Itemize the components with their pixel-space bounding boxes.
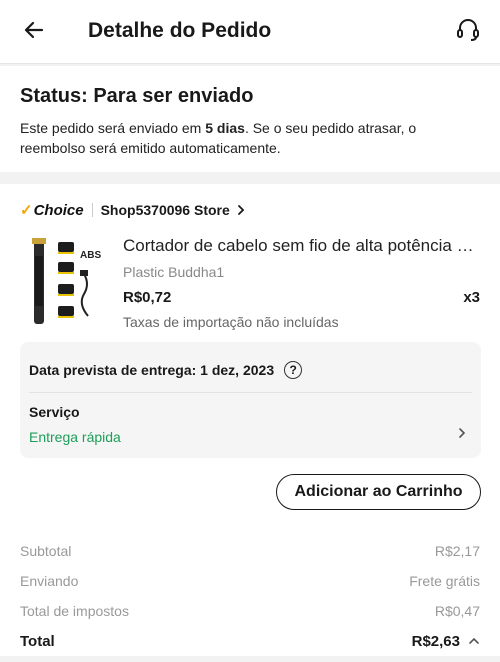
total-value: R$2,63	[411, 632, 460, 650]
product-image[interactable]: ABS	[20, 234, 110, 330]
tax-note: Taxas de importação não incluídas	[123, 314, 339, 330]
status-description: Este pedido será enviado em 5 dias. Se o…	[20, 120, 417, 156]
service-label: Serviço	[29, 404, 80, 420]
summary-label: Enviando	[20, 573, 79, 589]
delivery-info: Data prevista de entrega: 1 dez, 2023 ? …	[20, 342, 481, 458]
chevron-right-icon[interactable]	[457, 426, 467, 445]
choice-badge: ✓ Choice	[20, 201, 84, 220]
summary-label: Subtotal	[20, 543, 72, 559]
add-to-cart-button[interactable]: Adicionar ao Carrinho	[276, 474, 481, 510]
chevron-up-icon[interactable]	[468, 636, 480, 646]
top-bar: Detalhe do Pedido	[0, 0, 500, 64]
summary-value: R$0,47	[434, 603, 480, 619]
chevron-right-icon	[236, 204, 246, 216]
page-title: Detalhe do Pedido	[88, 19, 272, 42]
svg-text:ABS: ABS	[80, 250, 101, 261]
support-button[interactable]	[452, 14, 484, 46]
order-card: ✓ Choice Shop5370096 Store ABS Cortador d…	[0, 184, 500, 656]
back-button[interactable]	[18, 14, 50, 46]
check-icon: ✓	[20, 202, 33, 219]
store-name: Shop5370096 Store	[100, 202, 230, 218]
summary-row: Subtotal R$2,17	[20, 536, 480, 566]
summary-value: Frete grátis	[409, 573, 480, 589]
status-title: Status: Para ser enviado	[20, 85, 254, 107]
store-row[interactable]: ✓ Choice Shop5370096 Store	[20, 198, 246, 222]
product-price: R$0,72	[123, 289, 172, 306]
headset-icon	[457, 19, 479, 41]
product-variant: Plastic Buddha1	[123, 264, 225, 280]
hair-clipper-image: ABS	[32, 238, 101, 324]
total-label: Total	[20, 632, 55, 650]
shipping-days: 5 dias	[205, 120, 245, 136]
summary-row: Total de impostos R$0,47	[20, 596, 480, 626]
summary-value: R$2,17	[434, 543, 480, 559]
divider	[29, 392, 472, 393]
total-row[interactable]: Total R$2,63	[20, 626, 480, 656]
summary-label: Total de impostos	[20, 603, 129, 619]
status-card: Status: Para ser enviado Este pedido ser…	[0, 66, 500, 172]
divider	[91, 203, 93, 217]
summary-row: Enviando Frete grátis	[20, 566, 480, 596]
order-summary: Subtotal R$2,17 Enviando Frete grátis To…	[20, 536, 480, 656]
service-value[interactable]: Entrega rápida	[29, 427, 121, 447]
delivery-date: Data prevista de entrega: 1 dez, 2023 ?	[29, 360, 303, 380]
arrow-left-icon	[24, 21, 44, 39]
help-icon[interactable]: ?	[284, 361, 303, 379]
product-quantity: x3	[463, 289, 480, 306]
product-title[interactable]: Cortador de cabelo sem fio de alta potên…	[123, 234, 483, 258]
